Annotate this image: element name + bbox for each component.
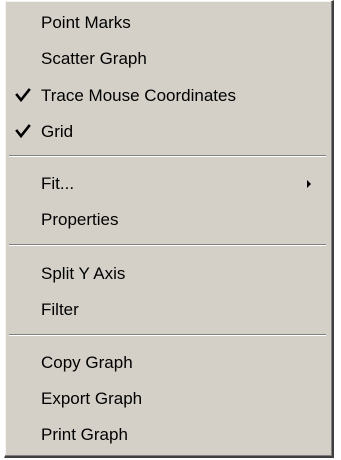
graph-context-menu: Point Marks Scatter Graph Trace Mouse Co…	[4, 0, 334, 458]
menu-separator	[9, 334, 326, 336]
menu-item-label: Properties	[41, 210, 119, 229]
menu-item-grid[interactable]: Grid	[5, 114, 332, 150]
menu-separator	[9, 244, 326, 246]
menu-item-label: Filter	[41, 300, 79, 319]
menu-item-label: Scatter Graph	[41, 49, 147, 68]
menu-item-trace-mouse-coordinates[interactable]: Trace Mouse Coordinates	[5, 78, 332, 114]
checkmark-icon	[13, 114, 37, 150]
menu-item-point-marks[interactable]: Point Marks	[5, 5, 332, 41]
menu-item-copy-graph[interactable]: Copy Graph	[5, 345, 332, 381]
menu-item-split-y-axis[interactable]: Split Y Axis	[5, 256, 332, 292]
menu-item-print-graph[interactable]: Print Graph	[5, 417, 332, 453]
menu-item-label: Point Marks	[41, 13, 131, 32]
menu-item-label: Trace Mouse Coordinates	[41, 86, 236, 105]
menu-item-label: Print Graph	[41, 425, 128, 444]
menu-item-label: Fit...	[41, 174, 75, 193]
menu-item-label: Grid	[41, 122, 74, 141]
menu-item-filter[interactable]: Filter	[5, 292, 332, 328]
menu-item-label: Export Graph	[41, 389, 143, 408]
menu-item-label: Split Y Axis	[41, 264, 126, 283]
menu-separator	[9, 155, 326, 157]
menu-item-export-graph[interactable]: Export Graph	[5, 381, 332, 417]
submenu-arrow-icon	[304, 166, 314, 202]
menu-item-fit[interactable]: Fit...	[5, 166, 332, 202]
menu-item-label: Copy Graph	[41, 353, 133, 372]
menu-item-properties[interactable]: Properties	[5, 202, 332, 238]
menu-item-scatter-graph[interactable]: Scatter Graph	[5, 41, 332, 77]
checkmark-icon	[13, 78, 37, 114]
